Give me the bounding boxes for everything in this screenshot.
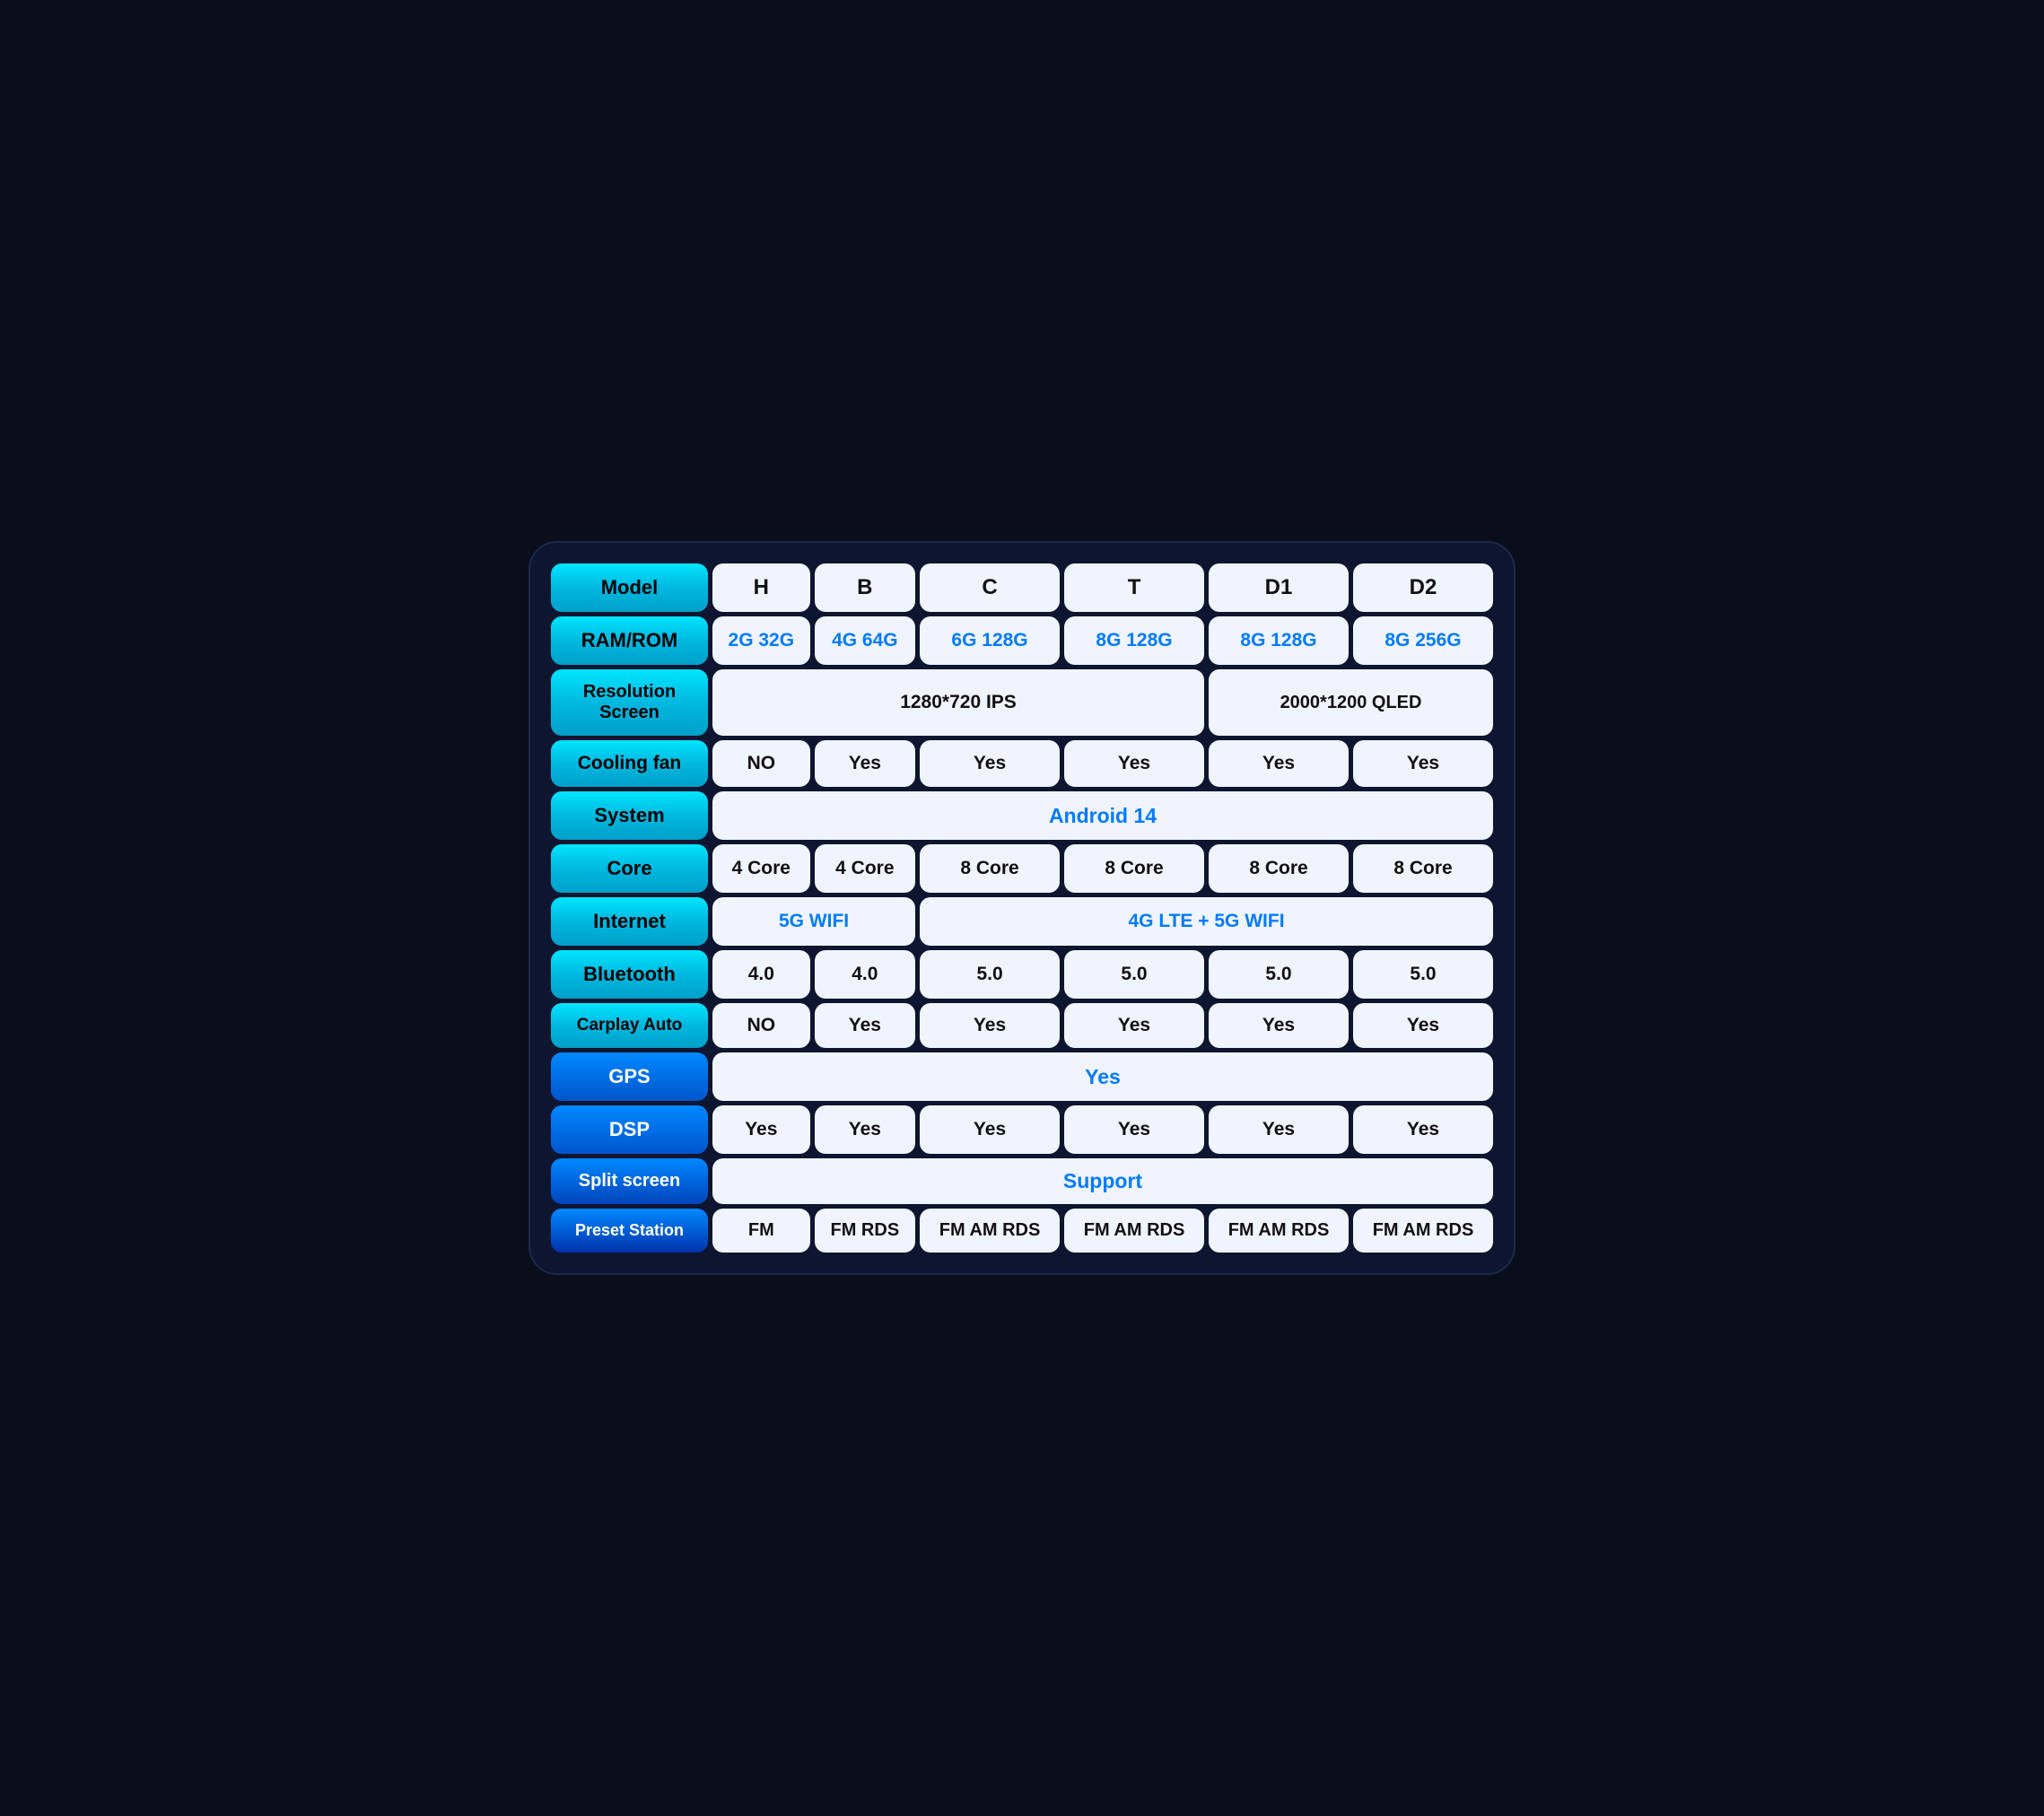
bluetooth-d2: 5.0 [1353, 950, 1493, 999]
ram-rom-t: 8G 128G [1064, 616, 1204, 665]
preset-row: Preset Station FM FM RDS FM AM RDS FM AM… [551, 1209, 1493, 1253]
carplay-d2: Yes [1353, 1003, 1493, 1048]
core-t: 8 Core [1064, 844, 1204, 893]
carplay-d1: Yes [1209, 1003, 1349, 1048]
bluetooth-label: Bluetooth [551, 950, 708, 999]
preset-b: FM RDS [815, 1209, 915, 1253]
dsp-h: Yes [712, 1105, 810, 1154]
col-t-header: T [1064, 563, 1204, 612]
preset-d1: FM AM RDS [1209, 1209, 1349, 1253]
carplay-b: Yes [815, 1003, 915, 1048]
cooling-label: Cooling fan [551, 740, 708, 787]
ram-rom-d1: 8G 128G [1209, 616, 1349, 665]
preset-d2: FM AM RDS [1353, 1209, 1493, 1253]
cooling-b: Yes [815, 740, 915, 787]
cooling-d1: Yes [1209, 740, 1349, 787]
cooling-t: Yes [1064, 740, 1204, 787]
split-screen-row: Split screen Support [551, 1158, 1493, 1204]
carplay-row: Carplay Auto NO Yes Yes Yes Yes Yes [551, 1003, 1493, 1048]
col-b-header: B [815, 563, 915, 612]
system-label: System [551, 791, 708, 840]
model-row: Model H B C T D1 D2 [551, 563, 1493, 612]
split-screen-label: Split screen [551, 1158, 708, 1204]
internet-ctd1d2: 4G LTE + 5G WIFI [920, 897, 1493, 946]
carplay-t: Yes [1064, 1003, 1204, 1048]
carplay-h: NO [712, 1003, 810, 1048]
bluetooth-b: 4.0 [815, 950, 915, 999]
gps-row: GPS Yes [551, 1052, 1493, 1101]
internet-hb: 5G WIFI [712, 897, 915, 946]
core-d1: 8 Core [1209, 844, 1349, 893]
col-h-header: H [712, 563, 810, 612]
carplay-label: Carplay Auto [551, 1003, 708, 1048]
bluetooth-c: 5.0 [920, 950, 1060, 999]
gps-label: GPS [551, 1052, 708, 1101]
carplay-c: Yes [920, 1003, 1060, 1048]
dsp-b: Yes [815, 1105, 915, 1154]
ram-rom-row: RAM/ROM 2G 32G 4G 64G 6G 128G 8G 128G 8G… [551, 616, 1493, 665]
internet-row: Internet 5G WIFI 4G LTE + 5G WIFI [551, 897, 1493, 946]
gps-value: Yes [712, 1052, 1493, 1101]
bluetooth-h: 4.0 [712, 950, 810, 999]
dsp-c: Yes [920, 1105, 1060, 1154]
core-b: 4 Core [815, 844, 915, 893]
comparison-table: Model H B C T D1 D2 RAM/ROM 2G 32G 4G 64… [546, 559, 1498, 1257]
ram-rom-d2: 8G 256G [1353, 616, 1493, 665]
preset-t: FM AM RDS [1064, 1209, 1204, 1253]
cooling-h: NO [712, 740, 810, 787]
resolution-label: Resolution Screen [551, 669, 708, 736]
col-d2-header: D2 [1353, 563, 1493, 612]
comparison-table-container: Model H B C T D1 D2 RAM/ROM 2G 32G 4G 64… [528, 541, 1516, 1275]
cooling-d2: Yes [1353, 740, 1493, 787]
core-d2: 8 Core [1353, 844, 1493, 893]
resolution-qled: 2000*1200 QLED [1209, 669, 1493, 736]
system-value: Android 14 [712, 791, 1493, 840]
bluetooth-row: Bluetooth 4.0 4.0 5.0 5.0 5.0 5.0 [551, 950, 1493, 999]
internet-label: Internet [551, 897, 708, 946]
resolution-ips: 1280*720 IPS [712, 669, 1204, 736]
bluetooth-t: 5.0 [1064, 950, 1204, 999]
cooling-row: Cooling fan NO Yes Yes Yes Yes Yes [551, 740, 1493, 787]
dsp-label: DSP [551, 1105, 708, 1154]
dsp-d2: Yes [1353, 1105, 1493, 1154]
ram-rom-label: RAM/ROM [551, 616, 708, 665]
resolution-row: Resolution Screen 1280*720 IPS 2000*1200… [551, 669, 1493, 736]
preset-c: FM AM RDS [920, 1209, 1060, 1253]
core-h: 4 Core [712, 844, 810, 893]
ram-rom-c: 6G 128G [920, 616, 1060, 665]
cooling-c: Yes [920, 740, 1060, 787]
col-d1-header: D1 [1209, 563, 1349, 612]
ram-rom-b: 4G 64G [815, 616, 915, 665]
core-c: 8 Core [920, 844, 1060, 893]
preset-h: FM [712, 1209, 810, 1253]
system-row: System Android 14 [551, 791, 1493, 840]
core-label: Core [551, 844, 708, 893]
core-row: Core 4 Core 4 Core 8 Core 8 Core 8 Core … [551, 844, 1493, 893]
model-label: Model [551, 563, 708, 612]
split-screen-value: Support [712, 1158, 1493, 1204]
preset-label: Preset Station [551, 1209, 708, 1253]
dsp-d1: Yes [1209, 1105, 1349, 1154]
ram-rom-h: 2G 32G [712, 616, 810, 665]
dsp-row: DSP Yes Yes Yes Yes Yes Yes [551, 1105, 1493, 1154]
col-c-header: C [920, 563, 1060, 612]
dsp-t: Yes [1064, 1105, 1204, 1154]
bluetooth-d1: 5.0 [1209, 950, 1349, 999]
